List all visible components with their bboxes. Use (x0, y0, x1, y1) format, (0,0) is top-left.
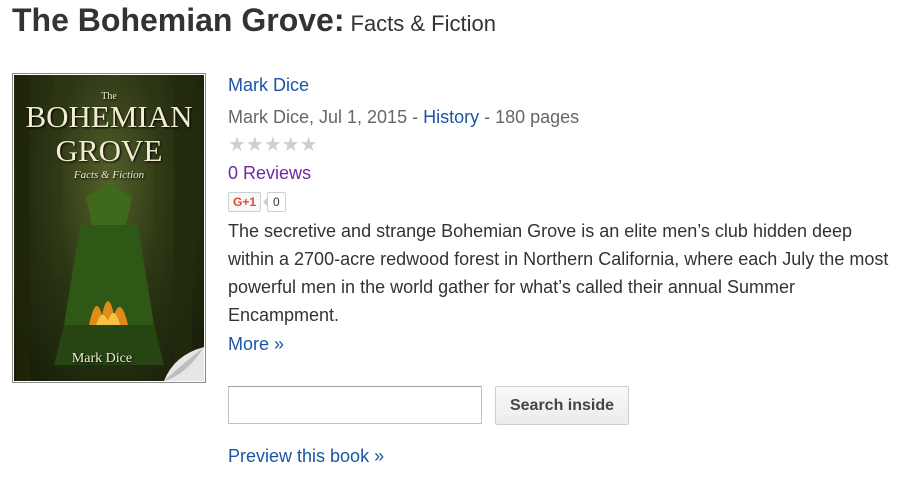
reviews-link[interactable]: 0 Reviews (228, 160, 898, 186)
book-cover-image[interactable]: The BOHEMIAN GROVE Facts & Fiction Mark … (14, 75, 204, 381)
gplus-widget: G+1 0 (228, 187, 898, 217)
book-subtitle: Facts & Fiction (350, 11, 496, 36)
cover-author: Mark Dice (71, 351, 133, 366)
search-inside-form: Search inside (228, 386, 629, 425)
gplus-count-bubble: 0 (263, 192, 286, 212)
preview-book-link[interactable]: Preview this book » (228, 446, 384, 467)
gplus-button[interactable]: G+1 (228, 192, 262, 212)
cover-title-line1: BOHEMIAN (25, 99, 193, 134)
more-link[interactable]: More » (228, 330, 898, 358)
book-info: Mark Dice Mark Dice, Jul 1, 2015 - Histo… (228, 75, 898, 358)
page-title: The Bohemian Grove: Facts & Fiction (12, 2, 496, 39)
book-description: The secretive and strange Bohemian Grove… (228, 221, 889, 325)
category-link[interactable]: History (423, 107, 479, 127)
search-inside-input[interactable] (228, 386, 482, 424)
cover-title-line2: GROVE (55, 133, 163, 168)
cover-title-line3: Facts & Fiction (73, 169, 145, 181)
meta-prefix: Mark Dice, Jul 1, 2015 - (228, 107, 424, 127)
author-link[interactable]: Mark Dice (228, 75, 898, 101)
rating-stars: ★★★★★ (228, 134, 318, 156)
meta-suffix: - 180 pages (479, 107, 580, 127)
book-meta: Mark Dice, Jul 1, 2015 - History - 180 p… (228, 102, 898, 132)
book-cover[interactable]: The BOHEMIAN GROVE Facts & Fiction Mark … (12, 73, 206, 383)
search-inside-button[interactable]: Search inside (495, 386, 629, 425)
book-title: The Bohemian Grove: (12, 2, 345, 38)
